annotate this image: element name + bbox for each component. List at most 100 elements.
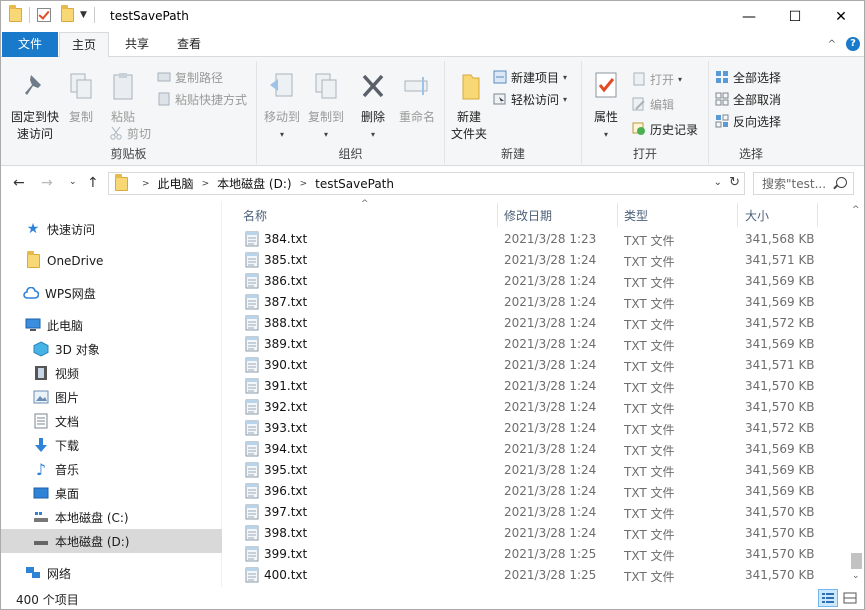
- table-row[interactable]: 391.txt 2021/3/28 1:24 TXT 文件 341,570 KB: [223, 376, 849, 397]
- column-resizer[interactable]: [817, 203, 818, 227]
- table-row[interactable]: 392.txt 2021/3/28 1:24 TXT 文件 341,570 KB: [223, 397, 849, 418]
- new-folder-button[interactable]: 新建 文件夹: [449, 71, 489, 143]
- nav-onedrive[interactable]: OneDrive: [1, 249, 222, 273]
- file-modified-date: 2021/3/28 1:24: [504, 295, 597, 309]
- vertical-scrollbar[interactable]: ^ ⌄: [849, 201, 864, 587]
- table-row[interactable]: 393.txt 2021/3/28 1:24 TXT 文件 341,572 KB: [223, 418, 849, 439]
- nav-quick-access[interactable]: ★ 快速访问: [1, 217, 222, 241]
- table-row[interactable]: 386.txt 2021/3/28 1:24 TXT 文件 341,569 KB: [223, 271, 849, 292]
- table-row[interactable]: 397.txt 2021/3/28 1:24 TXT 文件 341,570 KB: [223, 502, 849, 523]
- file-type: TXT 文件: [624, 549, 675, 563]
- nav-music[interactable]: ♪ 音乐: [1, 457, 222, 481]
- copy-path-icon: [157, 72, 171, 82]
- close-button[interactable]: ✕: [818, 1, 864, 32]
- scroll-down-icon[interactable]: ⌄: [852, 571, 860, 581]
- table-row[interactable]: 389.txt 2021/3/28 1:24 TXT 文件 341,569 KB: [223, 334, 849, 355]
- copy-button[interactable]: 复制: [65, 71, 97, 126]
- edit-button[interactable]: 编辑: [632, 94, 674, 114]
- column-resizer[interactable]: [497, 203, 498, 227]
- pin-to-quick-access-button[interactable]: 固定到快 速访问: [7, 71, 63, 143]
- search-input[interactable]: 搜索"test...: [753, 172, 854, 195]
- forward-arrow-icon[interactable]: →: [41, 175, 53, 191]
- scroll-up-icon[interactable]: ^: [852, 205, 860, 215]
- paste-shortcut-button[interactable]: 粘贴快捷方式: [157, 89, 247, 109]
- new-item-button[interactable]: 新建项目 ▾: [493, 67, 567, 87]
- tab-file[interactable]: 文件: [2, 32, 58, 57]
- select-all-button[interactable]: 全部选择: [715, 67, 781, 87]
- back-arrow-icon[interactable]: ←: [13, 175, 25, 191]
- tab-home[interactable]: 主页: [59, 32, 109, 58]
- nav-videos[interactable]: 视频: [1, 361, 222, 385]
- delete-button[interactable]: 删除 ▾: [355, 71, 391, 143]
- copy-to-button[interactable]: 复制到 ▾: [305, 71, 347, 143]
- copy-path-button[interactable]: 复制路径: [157, 67, 223, 87]
- chevron-right-icon[interactable]: >: [300, 179, 308, 189]
- scroll-thumb[interactable]: [851, 553, 862, 569]
- table-row[interactable]: 395.txt 2021/3/28 1:24 TXT 文件 341,569 KB: [223, 460, 849, 481]
- open-button[interactable]: 打开 ▾: [632, 69, 682, 89]
- column-date[interactable]: 修改日期: [504, 207, 552, 224]
- column-size[interactable]: 大小: [745, 207, 769, 224]
- nav-desktop[interactable]: 桌面: [1, 481, 222, 505]
- properties-button[interactable]: 属性 ▾: [588, 71, 624, 143]
- nav-3d-objects[interactable]: 3D 对象: [1, 337, 222, 361]
- history-button[interactable]: 历史记录: [632, 119, 698, 139]
- chevron-down-icon[interactable]: ⌄: [714, 177, 722, 188]
- breadcrumb-current-folder[interactable]: testSavePath: [315, 177, 394, 191]
- easy-access-button[interactable]: 轻松访问 ▾: [493, 89, 567, 109]
- tab-share[interactable]: 共享: [113, 32, 161, 57]
- table-row[interactable]: 388.txt 2021/3/28 1:24 TXT 文件 341,572 KB: [223, 313, 849, 334]
- nav-pictures[interactable]: 图片: [1, 385, 222, 409]
- column-name[interactable]: 名称: [243, 207, 267, 224]
- refresh-icon[interactable]: ↻: [729, 175, 740, 190]
- download-arrow-icon: [33, 437, 49, 453]
- nav-downloads[interactable]: 下载: [1, 433, 222, 457]
- nav-this-pc[interactable]: 此电脑: [1, 313, 222, 337]
- table-row[interactable]: 399.txt 2021/3/28 1:25 TXT 文件 341,570 KB: [223, 544, 849, 565]
- breadcrumb-drive-d[interactable]: 本地磁盘 (D:): [217, 175, 291, 192]
- nav-network[interactable]: 网络: [1, 561, 222, 585]
- paste-button[interactable]: 粘贴: [105, 71, 141, 126]
- column-type[interactable]: 类型: [624, 207, 648, 224]
- nav-drive-d[interactable]: 本地磁盘 (D:): [1, 529, 222, 553]
- recent-locations-icon[interactable]: ⌄: [69, 177, 77, 187]
- select-none-button[interactable]: 全部取消: [715, 89, 781, 109]
- address-bar[interactable]: > 此电脑 > 本地磁盘 (D:) > testSavePath ⌄ ↻: [108, 172, 745, 195]
- nav-documents[interactable]: 文档: [1, 409, 222, 433]
- breadcrumb-this-pc[interactable]: 此电脑: [158, 175, 194, 192]
- new-folder-icon[interactable]: [61, 5, 74, 22]
- large-icons-view-button[interactable]: [840, 589, 860, 607]
- table-row[interactable]: 400.txt 2021/3/28 1:25 TXT 文件 341,570 KB: [223, 565, 849, 586]
- table-row[interactable]: 384.txt 2021/3/28 1:23 TXT 文件 341,568 KB: [223, 229, 849, 250]
- onedrive-folder-icon: [25, 251, 41, 269]
- chevron-right-icon[interactable]: >: [202, 179, 210, 189]
- table-row[interactable]: 390.txt 2021/3/28 1:24 TXT 文件 341,571 KB: [223, 355, 849, 376]
- text-file-icon: [245, 399, 259, 415]
- up-arrow-icon[interactable]: ↑: [87, 175, 99, 191]
- column-resizer[interactable]: [737, 203, 738, 227]
- invert-selection-button[interactable]: 反向选择: [715, 111, 781, 131]
- nav-wps-cloud[interactable]: WPS网盘: [1, 281, 222, 305]
- quick-access-toolbar-dropdown-icon[interactable]: ▼: [80, 10, 87, 20]
- details-view-button[interactable]: [818, 589, 838, 607]
- maximize-button[interactable]: ☐: [772, 1, 818, 32]
- table-row[interactable]: 385.txt 2021/3/28 1:24 TXT 文件 341,571 KB: [223, 250, 849, 271]
- move-to-button[interactable]: 移动到 ▾: [261, 71, 303, 143]
- text-file-icon: [245, 525, 259, 541]
- search-icon[interactable]: [836, 177, 847, 188]
- help-icon[interactable]: ?: [846, 37, 860, 51]
- rename-button[interactable]: 重命名: [395, 71, 439, 126]
- properties-icon[interactable]: [37, 8, 51, 22]
- tab-view[interactable]: 查看: [165, 32, 213, 57]
- minimize-button[interactable]: —: [726, 1, 772, 32]
- nav-drive-c[interactable]: 本地磁盘 (C:): [1, 505, 222, 529]
- file-modified-date: 2021/3/28 1:24: [504, 505, 597, 519]
- table-row[interactable]: 398.txt 2021/3/28 1:24 TXT 文件 341,570 KB: [223, 523, 849, 544]
- column-resizer[interactable]: [617, 203, 618, 227]
- table-row[interactable]: 396.txt 2021/3/28 1:24 TXT 文件 341,569 KB: [223, 481, 849, 502]
- table-row[interactable]: 387.txt 2021/3/28 1:24 TXT 文件 341,569 KB: [223, 292, 849, 313]
- cut-button[interactable]: 剪切: [109, 123, 151, 143]
- chevron-right-icon[interactable]: >: [142, 179, 150, 189]
- table-row[interactable]: 394.txt 2021/3/28 1:24 TXT 文件 341,569 KB: [223, 439, 849, 460]
- collapse-ribbon-icon[interactable]: ^: [828, 39, 836, 50]
